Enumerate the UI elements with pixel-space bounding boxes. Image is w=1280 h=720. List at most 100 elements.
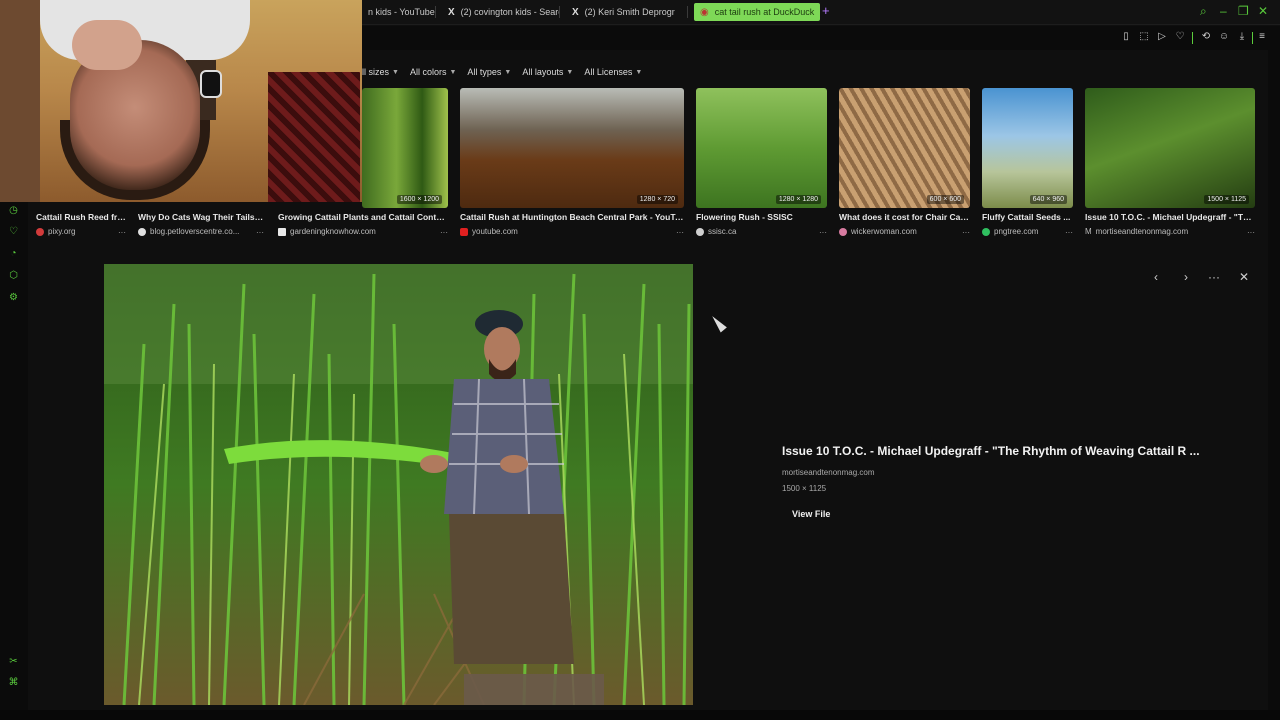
- heart-icon[interactable]: ♡: [7, 225, 20, 238]
- webcam-overlay: [0, 0, 362, 202]
- thumbnail-image[interactable]: 1280 × 720: [460, 88, 684, 208]
- extra-icon[interactable]: ⌘: [7, 676, 20, 689]
- filter-label: ll sizes: [362, 67, 390, 77]
- thumbnail-image[interactable]: 1280 × 1280: [696, 88, 827, 208]
- tab-label: n kids - YouTube: [368, 7, 435, 17]
- close-window-icon[interactable]: ✕: [1258, 4, 1268, 18]
- toolbar-divider: [1192, 32, 1193, 44]
- webcam-background: [0, 0, 40, 202]
- thumbnail-source: blog.petloverscentre.co...: [138, 227, 264, 236]
- minimize-icon[interactable]: –: [1220, 4, 1227, 18]
- more-icon[interactable]: ···: [676, 228, 684, 237]
- heart-icon[interactable]: ♡: [1174, 31, 1186, 43]
- cattail-photo: [104, 264, 693, 705]
- sync-icon[interactable]: ⟲: [1200, 31, 1212, 43]
- tab-x-keri[interactable]: X (2) Keri Smith Deprogr: [566, 3, 688, 21]
- thumbnail-size: 1280 × 720: [636, 195, 678, 204]
- thumbnail-caption[interactable]: Issue 10 T.O.C. - Michael Updegraff - "T…: [1085, 212, 1255, 242]
- detail-dimensions: 1500 × 1125: [782, 484, 827, 493]
- settings-icon[interactable]: ⚙: [7, 291, 20, 304]
- thumbnail-size: 640 × 960: [1029, 195, 1067, 204]
- scrollbar[interactable]: [1268, 50, 1280, 710]
- more-icon[interactable]: ···: [962, 228, 970, 237]
- chevron-down-icon: ▼: [635, 68, 643, 76]
- source-label: gardeningknowhow.com: [290, 227, 376, 236]
- filter-size[interactable]: ll sizes ▼: [362, 62, 399, 82]
- chevron-left-icon[interactable]: ‹: [1148, 270, 1164, 284]
- detail-domain[interactable]: mortiseandtenonmag.com: [782, 468, 875, 477]
- extension-icon[interactable]: ⬡: [7, 269, 20, 282]
- more-icon[interactable]: ···: [819, 228, 827, 237]
- search-icon[interactable]: ⌕: [1200, 4, 1207, 19]
- filter-color[interactable]: All colors ▼: [410, 62, 456, 82]
- thumbnail-caption[interactable]: Cattail Rush at Huntington Beach Central…: [460, 212, 684, 242]
- tab-duckduckgo[interactable]: ◉ cat tail rush at DuckDuck: [694, 3, 820, 21]
- thumbnail-title: Flowering Rush - SSISC: [696, 212, 793, 222]
- thumbnail-caption[interactable]: Growing Cattail Plants and Cattail Contr…: [278, 212, 448, 242]
- thumbnail-source: ssisc.ca: [696, 227, 827, 236]
- thumbnail-source: pixy.org: [36, 227, 126, 236]
- thumbnail-image[interactable]: 640 × 960: [982, 88, 1073, 208]
- bottom-bar: [0, 710, 1280, 720]
- thumbnail-caption[interactable]: Flowering Rush - SSISC ssisc.ca ···: [696, 212, 827, 242]
- download-icon[interactable]: ⤓: [1236, 31, 1248, 43]
- browser-toolbar: ▯ ⬚ ▷ ♡ ⟲ ☺ ⤓ ≡: [362, 26, 1280, 50]
- detail-title[interactable]: Issue 10 T.O.C. - Michael Updegraff - "T…: [782, 444, 1222, 458]
- thumbnail-caption[interactable]: What does it cost for Chair Cani... wick…: [839, 212, 970, 242]
- filter-license[interactable]: All Licenses ▼: [584, 62, 642, 82]
- filter-type[interactable]: All types ▼: [467, 62, 511, 82]
- filter-layout[interactable]: All layouts ▼: [522, 62, 573, 82]
- thumbnail-caption[interactable]: Fluffy Cattail Seeds ... pngtree.com ···: [982, 212, 1073, 242]
- tab-label: (2) Keri Smith Deprogr: [584, 7, 675, 17]
- filter-label: All colors: [409, 67, 447, 77]
- play-icon[interactable]: ▷: [1156, 31, 1168, 43]
- thumbnail-caption[interactable]: Why Do Cats Wag Their Tails: ... blog.pe…: [138, 212, 264, 242]
- more-icon[interactable]: ···: [440, 228, 448, 237]
- chevron-right-icon[interactable]: ›: [1178, 270, 1194, 284]
- thumbnail-title: What does it cost for Chair Cani...: [839, 212, 970, 222]
- tab-x-search[interactable]: X (2) covington kids - Search: [442, 3, 560, 21]
- x-icon: X: [448, 6, 455, 18]
- source-label: youtube.com: [472, 227, 518, 236]
- more-icon[interactable]: ···: [256, 228, 264, 237]
- site-icon: [982, 227, 990, 236]
- history-icon[interactable]: ◷: [7, 204, 20, 217]
- new-tab-button[interactable]: +: [822, 3, 830, 18]
- thumbnail-image[interactable]: 1600 × 1200: [362, 88, 448, 208]
- browser-window: n kids - YouTube X (2) covington kids - …: [0, 0, 1280, 720]
- more-icon[interactable]: ···: [1247, 228, 1255, 237]
- thumbnail-title: Cattail Rush Reed fre...: [36, 212, 126, 222]
- source-label: ssisc.ca: [708, 227, 737, 236]
- profile-icon[interactable]: ☺: [1218, 31, 1230, 43]
- tools-icon[interactable]: ✂: [7, 655, 20, 668]
- thumbnail-caption[interactable]: Cattail Rush Reed fre... pixy.org ···: [36, 212, 126, 242]
- thumbnail-image[interactable]: 1500 × 1125: [1085, 88, 1255, 208]
- thumbnail-image[interactable]: 600 × 600: [839, 88, 970, 208]
- bookmark-icon[interactable]: ▯: [1120, 31, 1132, 43]
- close-icon[interactable]: ✕: [1236, 270, 1252, 284]
- screenshot-icon[interactable]: ⬚: [1138, 31, 1150, 43]
- view-file-button[interactable]: View File: [792, 509, 830, 519]
- thumbnail-size: 1500 × 1125: [1204, 195, 1249, 204]
- site-icon: [839, 227, 847, 236]
- filter-label: All layouts: [522, 67, 564, 77]
- thumbnail-title: Cattail Rush at Huntington Beach Central…: [460, 212, 684, 222]
- tab-separator: [435, 6, 436, 18]
- more-icon[interactable]: ···: [1065, 228, 1073, 237]
- left-sidebar: ◷ ♡ ◔ ⬡ ⚙ ✂ ⌘: [0, 200, 28, 720]
- detail-image[interactable]: [104, 264, 693, 705]
- tab-youtube[interactable]: n kids - YouTube: [362, 3, 436, 21]
- x-icon: X: [572, 6, 579, 18]
- image-filter-bar: ll sizes ▼ All colors ▼ All types ▼ All lay…: [362, 62, 653, 82]
- more-icon[interactable]: ···: [118, 228, 126, 237]
- thumbnail-source: Mmortiseandtenonmag.com: [1085, 227, 1255, 236]
- more-options-icon[interactable]: ···: [1206, 270, 1222, 284]
- menu-icon[interactable]: ≡: [1256, 31, 1268, 43]
- thumbnail-source: youtube.com: [460, 227, 684, 236]
- thumbnail-source: wickerwoman.com: [839, 227, 970, 236]
- tab-label: cat tail rush at DuckDuck: [714, 7, 815, 17]
- restore-icon[interactable]: ❐: [1238, 4, 1249, 18]
- chevron-down-icon: ▼: [392, 68, 399, 76]
- chevron-down-icon: ▼: [504, 68, 512, 76]
- clock-icon[interactable]: ◔: [7, 247, 20, 260]
